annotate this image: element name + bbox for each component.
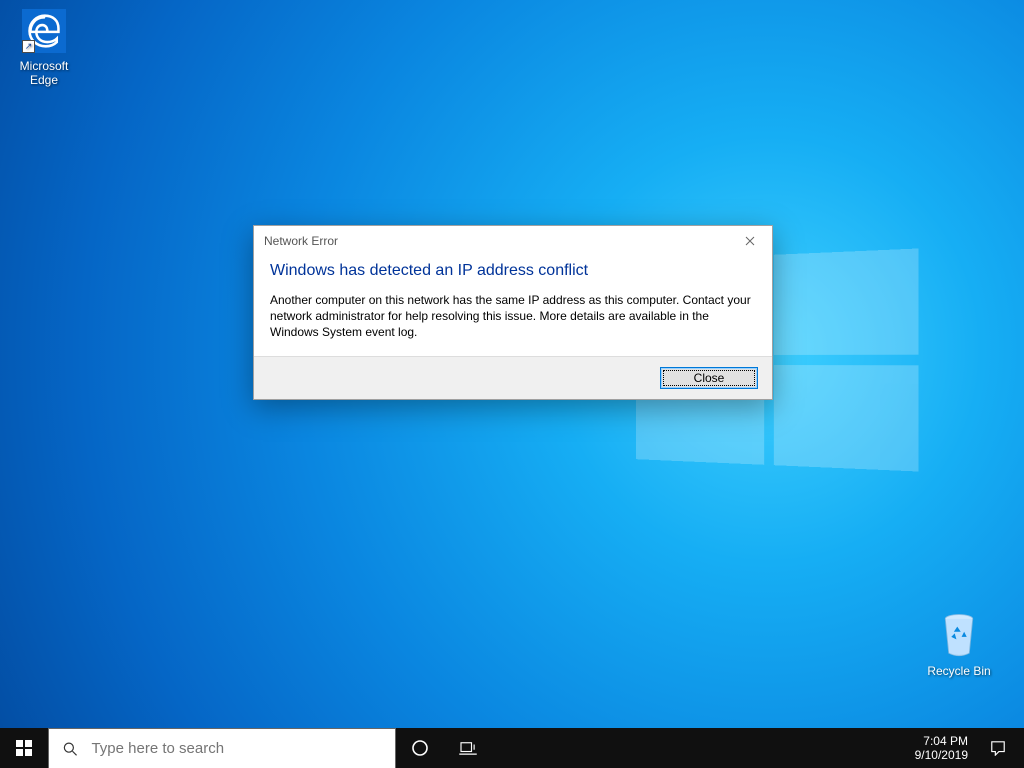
dialog-close-x-button[interactable] (727, 226, 772, 256)
dialog-footer: Close (254, 356, 772, 399)
dialog-title: Network Error (264, 234, 338, 248)
desktop[interactable]: ↗ Microsoft Edge Recycle Bin Network Err… (0, 0, 1024, 728)
shortcut-overlay-icon: ↗ (22, 40, 35, 53)
network-error-dialog: Network Error Windows has detected an IP… (253, 225, 773, 400)
search-icon (63, 741, 77, 757)
edge-icon: ↗ (20, 7, 68, 55)
task-view-icon (459, 741, 477, 755)
windows-start-icon (16, 740, 32, 756)
dialog-headline: Windows has detected an IP address confl… (270, 262, 756, 280)
clock-date: 9/10/2019 (915, 748, 968, 762)
recycle-bin-icon (935, 612, 983, 660)
clock-time: 7:04 PM (915, 734, 968, 748)
desktop-icon-edge[interactable]: ↗ Microsoft Edge (7, 7, 81, 87)
cortana-button[interactable] (396, 728, 444, 768)
search-input[interactable] (89, 739, 381, 758)
cortana-circle-icon (411, 739, 429, 757)
dialog-titlebar[interactable]: Network Error (254, 226, 772, 256)
dialog-message: Another computer on this network has the… (270, 292, 756, 340)
taskbar-search[interactable] (48, 728, 396, 768)
close-button[interactable]: Close (660, 367, 758, 389)
system-tray: 7:04 PM 9/10/2019 (905, 728, 1024, 768)
desktop-icon-label: Recycle Bin (922, 664, 996, 678)
close-icon (745, 236, 755, 246)
start-button[interactable] (0, 728, 48, 768)
desktop-icon-recycle-bin[interactable]: Recycle Bin (922, 612, 996, 678)
dialog-body: Windows has detected an IP address confl… (254, 256, 772, 356)
action-center-button[interactable] (978, 740, 1018, 756)
taskbar-clock[interactable]: 7:04 PM 9/10/2019 (905, 734, 978, 762)
desktop-icon-label: Microsoft Edge (7, 59, 81, 87)
task-view-button[interactable] (444, 728, 492, 768)
notification-icon (990, 740, 1006, 756)
taskbar: 7:04 PM 9/10/2019 (0, 728, 1024, 768)
